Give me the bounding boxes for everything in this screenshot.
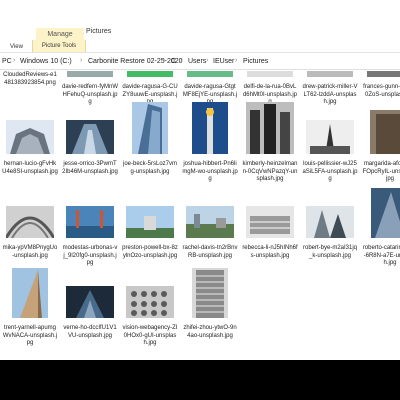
file-name: jesse-orrico-3PwmT2Ib46M-unsplash.jpg: [62, 161, 118, 175]
file-thumbnail: [2, 206, 58, 243]
file-item[interactable]: margarida-afonso-5FOpcRyIL-unsplash.jpg: [362, 110, 400, 184]
file-item[interactable]: davie-redfern-fyMnWHFehuQ-unsplash.jpg: [62, 64, 118, 107]
file-name: robert-bye-m2aI31jq_k-unsplash.jpg: [302, 245, 358, 259]
file-thumbnail: [122, 64, 178, 82]
file-item[interactable]: robert-bye-m2aI31jq_k-unsplash.jpg: [302, 206, 358, 260]
file-explorer-window: Manage Pictures View Picture Tools PC › …: [0, 0, 400, 360]
file-item[interactable]: delfi-de-la-rua-0BvLd6hMt0I-unsplash.jpg: [242, 64, 298, 107]
file-item[interactable]: davide-ragusa-G-CUZY8uuwE-unsplash.jpg: [122, 64, 178, 107]
tab-picture-tools[interactable]: Picture Tools: [32, 40, 86, 52]
ribbon: Manage Pictures View Picture Tools: [0, 0, 400, 53]
file-item[interactable]: preston-powell-bx-8zylnOzo-unsplash.jpg: [122, 206, 178, 260]
file-item[interactable]: hernan-lucio-gFvHkU4e8SI-unsplash.jpg: [2, 120, 58, 176]
file-item[interactable]: CloudedReviews-e1481383923854.png: [2, 70, 58, 87]
file-name: roberto-catarinicchia-6R8N-a7E-unsplash.…: [362, 245, 400, 266]
file-name: davie-redfern-fyMnWHFehuQ-unsplash.jpg: [62, 84, 119, 105]
breadcrumb-pc[interactable]: PC: [2, 58, 12, 65]
file-thumbnail: [302, 206, 358, 243]
file-thumbnail: [62, 206, 118, 243]
file-name: drew-patrick-miller-VLT62-lzddA-unsplash…: [302, 84, 358, 105]
file-thumbnail: [62, 64, 118, 82]
file-thumbnail: [2, 120, 58, 159]
chevron-right-icon: ›: [163, 57, 166, 64]
file-name: kimberly-heinzelmann-0CqVwNPazqY-unsplas…: [242, 161, 298, 182]
window-title: Pictures: [86, 28, 112, 35]
chevron-right-icon: ›: [13, 57, 16, 64]
file-thumbnail: [242, 64, 298, 82]
file-name: hernan-lucio-gFvHkU4e8SI-unsplash.jpg: [2, 161, 58, 175]
file-thumbnail: [182, 206, 238, 243]
file-item[interactable]: roberto-catarinicchia-6R8N-a7E-unsplash.…: [362, 188, 400, 268]
file-item[interactable]: drew-patrick-miller-VLT62-lzddA-unsplash…: [302, 64, 358, 107]
file-thumbnail: [362, 110, 400, 159]
file-name: mika-ypVM8PnygUo-unsplash.jpg: [2, 245, 58, 259]
file-thumbnail: [362, 64, 400, 82]
taskbar: [0, 360, 400, 400]
file-name: modestas-urbonas-vj_9l20fg0-unsplash.jpg: [62, 245, 118, 266]
file-thumbnail: [122, 102, 178, 159]
file-item[interactable]: zhifei-zhou-ytwO-9n4ao-unsplash.jpg: [182, 268, 238, 340]
file-thumbnail: [242, 206, 298, 243]
file-thumbnail: [2, 268, 58, 323]
file-item[interactable]: vision-webagency-ZI0HOx0-gUI-unsplash.jp…: [122, 286, 178, 348]
file-name: trent-yarnell-apumgWvNACA-unsplash.jpg: [2, 325, 58, 346]
file-item[interactable]: joshua-hibbert-Pn6limgM-wo-unsplash.jpg: [182, 102, 238, 184]
file-thumbnail: [182, 268, 238, 323]
chevron-right-icon: ›: [180, 57, 183, 64]
file-name: CloudedReviews-e1481383923854.png: [3, 72, 57, 86]
file-thumbnail: [302, 64, 358, 82]
file-name: joe-beck-5rsLoz7vmg-unsplash.jpg: [122, 161, 178, 175]
file-name: verne-ho-dccIfU1V1VU-unsplash.jpg: [63, 325, 117, 339]
file-name: rebecca-li-nJ5hINh6fs-unsplash.jpg: [242, 245, 298, 259]
file-name: rachel-davis-tn2rBnvRB-unsplash.jpg: [182, 245, 238, 259]
file-item[interactable]: joe-beck-5rsLoz7vmg-unsplash.jpg: [122, 102, 178, 176]
file-item[interactable]: mika-ypVM8PnygUo-unsplash.jpg: [2, 206, 58, 260]
file-name: frances-gunn-9RlCh0ZoS-unsplash.jpg: [363, 84, 400, 98]
file-item[interactable]: jesse-orrico-3PwmT2Ib46M-unsplash.jpg: [62, 120, 118, 176]
file-thumbnail: [62, 286, 118, 323]
tab-view[interactable]: View: [10, 44, 23, 50]
file-thumbnail: [302, 120, 358, 159]
file-item[interactable]: rebecca-li-nJ5hINh6fs-unsplash.jpg: [242, 206, 298, 260]
file-name: zhifei-zhou-ytwO-9n4ao-unsplash.jpg: [183, 325, 237, 339]
file-name: louis-pellissier-wJ25aSiL5FA-unsplash.jp…: [302, 161, 358, 182]
file-item[interactable]: louis-pellissier-wJ25aSiL5FA-unsplash.jp…: [302, 120, 358, 184]
file-item[interactable]: trent-yarnell-apumgWvNACA-unsplash.jpg: [2, 268, 58, 348]
file-name: vision-webagency-ZI0HOx0-gUI-unsplash.jp…: [122, 325, 178, 346]
chevron-right-icon: ›: [80, 57, 83, 64]
file-item[interactable]: rachel-davis-tn2rBnvRB-unsplash.jpg: [182, 206, 238, 260]
file-thumbnail: [122, 286, 178, 323]
file-item[interactable]: davide-ragusa-GtgtMF8EjYE-unsplash.jpg: [182, 64, 238, 107]
file-grid: CloudedReviews-e1481383923854.png davie-…: [0, 70, 400, 360]
file-name: joshua-hibbert-Pn6limgM-wo-unsplash.jpg: [182, 161, 238, 182]
file-name: preston-powell-bx-8zylnOzo-unsplash.jpg: [122, 245, 178, 259]
file-thumbnail: [362, 188, 400, 243]
file-item[interactable]: verne-ho-dccIfU1V1VU-unsplash.jpg: [62, 286, 118, 340]
file-thumbnail: [122, 206, 178, 243]
file-thumbnail: [182, 102, 238, 159]
file-item[interactable]: kimberly-heinzelmann-0CqVwNPazqY-unsplas…: [242, 102, 298, 184]
chevron-right-icon: ›: [235, 57, 238, 64]
file-thumbnail: [182, 64, 238, 82]
file-thumbnail: [242, 102, 298, 159]
file-name: margarida-afonso-5FOpcRyIL-unsplash.jpg: [362, 161, 400, 182]
file-item[interactable]: frances-gunn-9RlCh0ZoS-unsplash.jpg: [362, 64, 400, 99]
file-thumbnail: [62, 120, 118, 159]
chevron-right-icon: ›: [206, 57, 209, 64]
file-item[interactable]: modestas-urbonas-vj_9l20fg0-unsplash.jpg: [62, 206, 118, 268]
